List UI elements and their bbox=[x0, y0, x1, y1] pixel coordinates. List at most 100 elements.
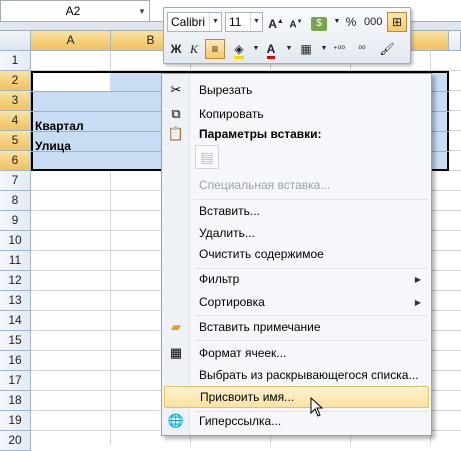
active-cell-a2[interactable] bbox=[33, 73, 110, 91]
menu-item-clear-contents[interactable]: Очистить содержимое bbox=[164, 243, 429, 265]
menu-separator bbox=[194, 340, 428, 341]
brush-icon: 🖌 bbox=[379, 42, 395, 56]
menu-item-label: Сортировка bbox=[199, 295, 265, 309]
row-header-3[interactable]: 3 bbox=[0, 91, 31, 111]
menu-item-define-name[interactable]: Присвоить имя... bbox=[164, 386, 429, 408]
font-size-combo[interactable]: 11 ▼ bbox=[225, 12, 263, 32]
row-header-18[interactable]: 18 bbox=[0, 391, 31, 411]
row-header-19[interactable]: 19 bbox=[0, 411, 31, 431]
menu-item-filter[interactable]: Фильтр ▶ bbox=[164, 268, 429, 290]
menu-item-label: Вырезать bbox=[199, 83, 253, 97]
comment-icon: ▰ bbox=[171, 319, 181, 334]
format-cells-icon: ▦ bbox=[169, 345, 183, 360]
font-name-combo[interactable]: Calibri ▼ bbox=[167, 12, 222, 32]
row-header-1[interactable]: 1 bbox=[0, 51, 31, 71]
chevron-right-icon: ▶ bbox=[414, 297, 421, 307]
row-header-10[interactable]: 10 bbox=[0, 231, 31, 251]
chevron-down-icon[interactable]: ▼ bbox=[135, 7, 149, 16]
menu-item-format-cells[interactable]: ▦ Формат ячеек... bbox=[164, 342, 429, 364]
menu-item-sort[interactable]: Сортировка ▶ bbox=[164, 291, 429, 313]
menu-item-pick-from-list[interactable]: Выбрать из раскрывающегося списка... bbox=[164, 364, 429, 386]
column-header-a[interactable]: A bbox=[31, 31, 111, 51]
font-size-value: 11 bbox=[229, 15, 242, 29]
menu-header-paste-options: 📋 Параметры вставки: bbox=[164, 123, 429, 145]
merge-cells-icon: ⊞ bbox=[391, 15, 403, 29]
increase-font-icon: A bbox=[268, 17, 277, 31]
menu-item-label: Очистить содержимое bbox=[199, 247, 324, 261]
context-menu: ✂ Вырезать ⧉ Копировать 📋 Параметры вста… bbox=[161, 73, 432, 436]
clipboard-icon: 📋 bbox=[167, 126, 185, 141]
menu-item-hyperlink[interactable]: 🌐 Гиперссылка... bbox=[164, 410, 429, 432]
row-header-14[interactable]: 14 bbox=[0, 311, 31, 331]
globe-link-icon: 🌐 bbox=[167, 413, 185, 428]
mini-toolbar: Calibri ▼ 11 ▼ A▲ A▼ $ ▼ % 000 ⊞ Ж К ≡ ◈… bbox=[163, 7, 411, 64]
bold-button[interactable]: Ж bbox=[167, 39, 185, 59]
menu-item-label: Гиперссылка... bbox=[199, 414, 282, 428]
menu-item-label: Формат ячеек... bbox=[199, 346, 287, 360]
copy-icon: ⧉ bbox=[171, 106, 181, 121]
row-header-12[interactable]: 12 bbox=[0, 271, 31, 291]
menu-item-label: Вставить примечание bbox=[199, 320, 321, 334]
scissors-icon: ✂ bbox=[170, 82, 182, 97]
menu-item-cut[interactable]: ✂ Вырезать bbox=[164, 79, 429, 101]
name-box-value: A2 bbox=[65, 4, 81, 18]
menu-item-label: Вставить... bbox=[199, 204, 260, 218]
italic-button[interactable]: К bbox=[185, 39, 203, 59]
row-header-16[interactable]: 16 bbox=[0, 351, 31, 371]
chevron-down-icon[interactable]: ▼ bbox=[250, 13, 262, 31]
menu-item-label: Присвоить имя... bbox=[200, 390, 295, 404]
row-header-7[interactable]: 7 bbox=[0, 171, 31, 191]
column-header-f[interactable] bbox=[449, 31, 461, 51]
row-header-6[interactable]: 6 bbox=[0, 151, 31, 171]
menu-item-paste-special[interactable]: Специальная вставка... bbox=[164, 174, 429, 196]
cell-a4[interactable]: Квартал bbox=[33, 116, 84, 136]
row-header-15[interactable]: 15 bbox=[0, 331, 31, 351]
row-header-4[interactable]: 4 bbox=[0, 111, 31, 131]
menu-item-insert[interactable]: Вставить... bbox=[164, 200, 429, 222]
font-name-value: Calibri bbox=[171, 15, 206, 29]
select-all-corner[interactable] bbox=[0, 31, 31, 51]
paste-option-button[interactable]: ▤ bbox=[195, 145, 219, 169]
borders-icon: ▦ bbox=[300, 42, 312, 56]
name-box[interactable]: A2 ▼ bbox=[0, 0, 150, 22]
row-header-13[interactable]: 13 bbox=[0, 291, 31, 311]
merge-center-button[interactable]: ⊞ bbox=[387, 12, 407, 32]
paint-bucket-icon: ◈ bbox=[234, 42, 244, 59]
row-header-8[interactable]: 8 bbox=[0, 191, 31, 211]
chevron-down-icon[interactable]: ▼ bbox=[280, 39, 298, 59]
menu-item-label: Параметры вставки: bbox=[199, 127, 322, 141]
align-center-button[interactable]: ≡ bbox=[205, 39, 225, 59]
font-color-button[interactable]: A bbox=[262, 39, 280, 59]
percent-button[interactable]: % bbox=[342, 12, 360, 32]
row-header-17[interactable]: 17 bbox=[0, 371, 31, 391]
currency-icon: $ bbox=[311, 17, 327, 31]
row-header-5[interactable]: 5 bbox=[0, 131, 31, 151]
fill-color-button[interactable]: ◈ bbox=[230, 39, 248, 59]
menu-item-delete[interactable]: Удалить... bbox=[164, 222, 429, 244]
borders-button[interactable]: ▦ bbox=[297, 39, 315, 59]
decrease-font-button[interactable]: A▼ bbox=[287, 12, 305, 32]
format-painter-button[interactable]: 🖌 bbox=[378, 39, 396, 59]
cell-a5[interactable]: Улица bbox=[33, 136, 71, 156]
mouse-cursor-icon bbox=[310, 397, 324, 417]
increase-font-button[interactable]: A▲ bbox=[267, 12, 285, 32]
menu-item-copy[interactable]: ⧉ Копировать bbox=[164, 103, 429, 125]
menu-item-label: Копировать bbox=[199, 107, 264, 121]
decrease-decimal-button[interactable]: ⁰⁰ bbox=[353, 39, 371, 59]
chevron-down-icon[interactable]: ▼ bbox=[209, 13, 221, 31]
decrease-font-icon: A bbox=[289, 19, 297, 31]
font-color-icon: A bbox=[266, 42, 276, 59]
row-header-20[interactable]: 20 bbox=[0, 431, 31, 451]
row-header-11[interactable]: 11 bbox=[0, 251, 31, 271]
menu-item-insert-comment[interactable]: ▰ Вставить примечание bbox=[164, 316, 429, 338]
accounting-format-button[interactable]: $ bbox=[310, 12, 328, 32]
menu-item-label: Фильтр bbox=[199, 272, 240, 286]
menu-item-label: Специальная вставка... bbox=[199, 178, 331, 192]
thousands-separator-button[interactable]: 000 bbox=[364, 12, 382, 32]
increase-decimal-button[interactable]: ⁺⁰⁰ bbox=[330, 39, 348, 59]
menu-item-label: Удалить... bbox=[199, 226, 255, 240]
chevron-right-icon: ▶ bbox=[414, 274, 421, 284]
row-header-9[interactable]: 9 bbox=[0, 211, 31, 231]
align-center-icon: ≡ bbox=[211, 42, 219, 56]
row-header-2[interactable]: 2 bbox=[0, 71, 31, 91]
